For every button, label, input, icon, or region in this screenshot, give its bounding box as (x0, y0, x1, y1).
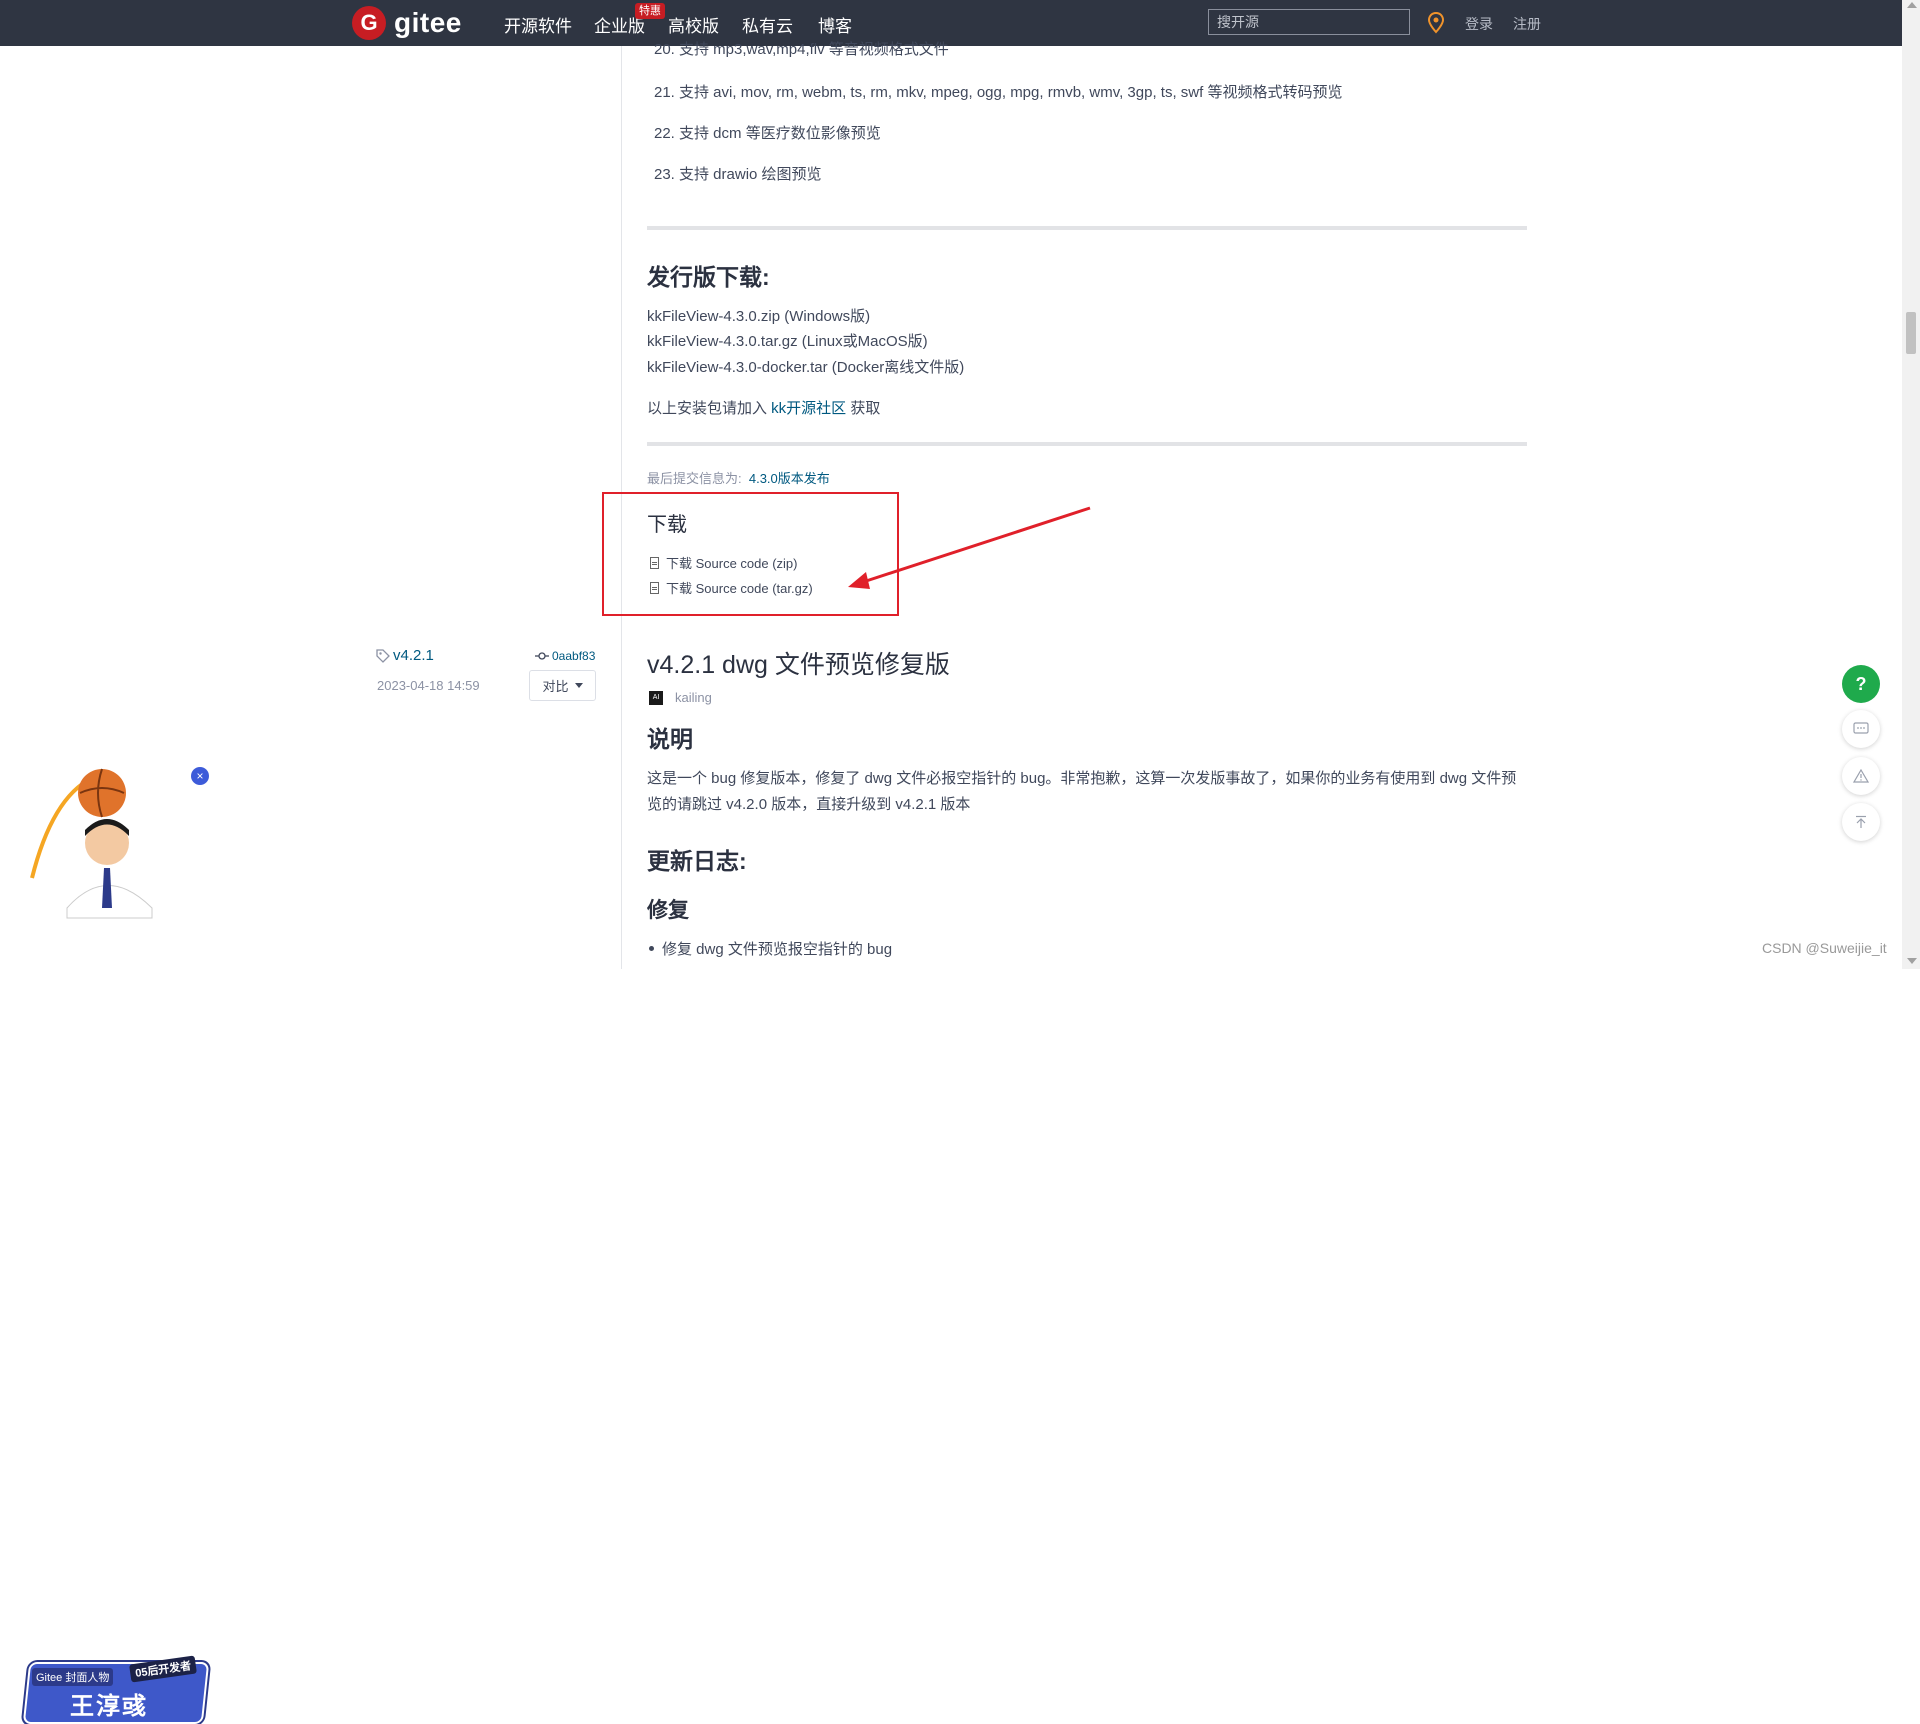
release-title: v4.2.1 dwg 文件预览修复版 (647, 651, 950, 679)
message-button[interactable] (1842, 710, 1880, 748)
person-illustration-icon (30, 768, 153, 919)
tag-icon (376, 648, 390, 663)
report-button[interactable] (1842, 757, 1880, 795)
commit-icon (535, 652, 549, 660)
desc-paragraph: 这是一个 bug 修复版本，修复了 dwg 文件必报空指针的 bug。非常抱歉，… (647, 770, 1517, 813)
scroll-down-arrow-icon[interactable] (1907, 958, 1917, 964)
fix-heading: 修复 (647, 899, 689, 922)
changelog-heading: 更新日志: (647, 848, 747, 874)
promo-ad[interactable]: Gitee 封面人物 05后开发者 王淳彧 (12, 768, 210, 1724)
desc-heading: 说明 (647, 726, 693, 752)
ad-close-button[interactable]: × (191, 767, 209, 785)
scrollbar-thumb[interactable] (1906, 312, 1916, 354)
release-tag-label: v4.2.1 (393, 647, 434, 664)
help-button[interactable]: ? (1842, 665, 1880, 703)
release-commit[interactable]: 0aabf83 (535, 649, 595, 663)
compare-dropdown[interactable]: 对比 (529, 670, 596, 701)
compare-label: 对比 (542, 679, 569, 694)
watermark: CSDN @Suweijie_it (1762, 940, 1887, 956)
release-author[interactable]: AI kailing (649, 690, 712, 705)
release-tag[interactable]: v4.2.1 (376, 647, 434, 664)
ad-tag-cover: Gitee 封面人物 (32, 1668, 114, 1686)
back-to-top-button[interactable] (1842, 803, 1880, 841)
chat-icon (1853, 722, 1869, 734)
author-name: kailing (675, 690, 712, 705)
scroll-up-arrow-icon[interactable] (1907, 2, 1917, 8)
release-commit-hash: 0aabf83 (552, 649, 596, 663)
caret-down-icon (574, 683, 583, 688)
arrow-up-icon (1856, 815, 1866, 828)
fix-list-item: 修复 dwg 文件预览报空指针的 bug (648, 938, 892, 959)
annotation-arrow-icon (848, 506, 1091, 589)
vertical-scrollbar[interactable] (1902, 0, 1920, 969)
ad-name: 王淳彧 (70, 1693, 148, 1720)
warning-icon (1853, 769, 1869, 783)
avatar: AI (649, 690, 663, 705)
release-date: 2023-04-18 14:59 (377, 678, 480, 693)
